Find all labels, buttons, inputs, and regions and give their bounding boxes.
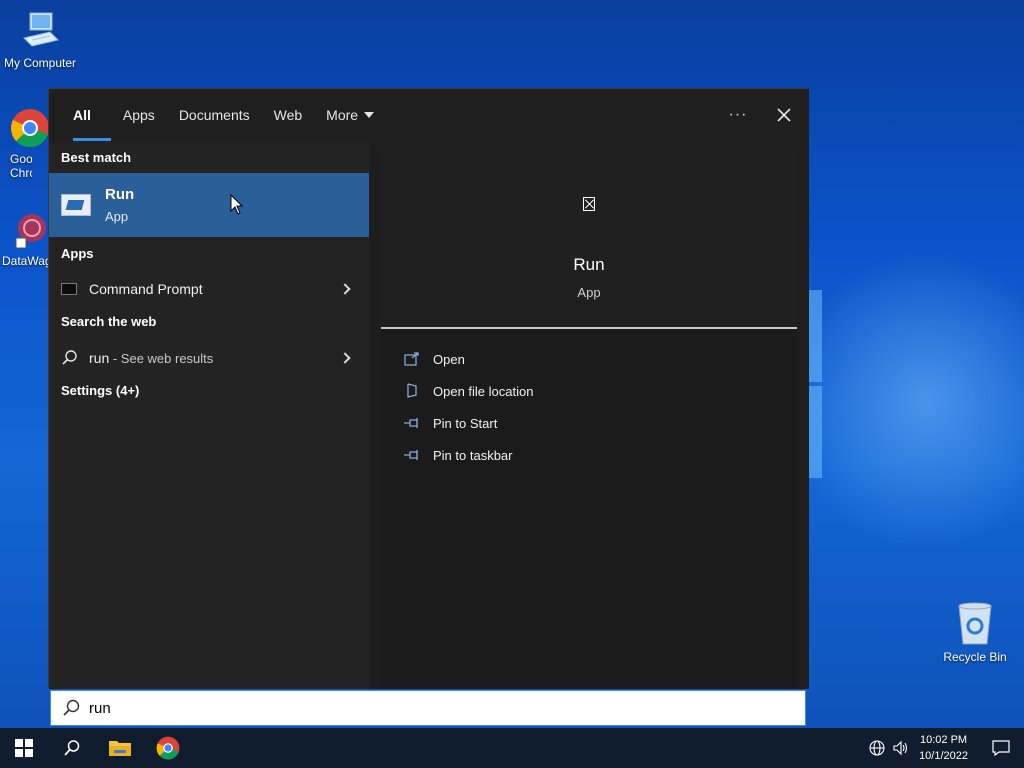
tab-web[interactable]: Web [262, 89, 315, 141]
tab-bar-actions: ··· [717, 89, 809, 141]
more-options-button[interactable]: ··· [717, 89, 759, 141]
tab-label: More [326, 107, 359, 123]
start-button[interactable] [0, 728, 48, 768]
web-query: run [89, 350, 110, 366]
datawag-icon [14, 210, 50, 250]
desktop-icon-label: Goog Chron [10, 152, 32, 180]
web-result-suffix: - See web results [109, 350, 214, 366]
recycle-bin-icon [955, 602, 995, 646]
desktop-icon-label: Recycle Bin [943, 650, 1007, 664]
folder-icon [109, 741, 131, 756]
open-icon [403, 351, 421, 367]
taskbar-file-explorer[interactable] [96, 728, 144, 768]
desktop-icon-datawag[interactable]: DataWag [0, 210, 52, 268]
chevron-right-icon[interactable] [339, 352, 351, 364]
network-button[interactable] [865, 728, 889, 768]
search-web-heading: Search the web [61, 314, 157, 329]
clock[interactable]: 10:02 PM 10/1/2022 [919, 732, 968, 764]
tab-more[interactable]: More [314, 89, 386, 141]
action-center-button[interactable] [978, 728, 1024, 768]
taskbar-chrome[interactable] [144, 728, 192, 768]
chevron-right-icon[interactable] [339, 283, 351, 295]
mouse-cursor-icon [230, 194, 244, 215]
app-result-label: Command Prompt [89, 281, 203, 297]
search-box[interactable] [50, 690, 806, 726]
action-pin-to-start[interactable]: Pin to Start [403, 410, 497, 436]
preview-card: Run App Open Open file location Pin to S… [381, 153, 797, 689]
start-search-panel: All Apps Documents Web More ··· Best mat… [48, 88, 809, 689]
chevron-down-icon [364, 112, 375, 118]
taskbar: 10:02 PM 10/1/2022 [0, 728, 1024, 768]
speaker-icon [893, 740, 908, 756]
broken-image-icon [583, 197, 595, 211]
action-label: Pin to Start [433, 415, 498, 431]
chrome-icon [10, 108, 50, 148]
ellipsis-icon: ··· [728, 106, 748, 123]
close-button[interactable] [759, 89, 809, 141]
search-icon [63, 699, 80, 716]
globe-icon [869, 740, 885, 756]
windows-logo-icon [15, 739, 33, 757]
settings-heading[interactable]: Settings (4+) [49, 383, 151, 398]
best-match-title: Run [105, 186, 135, 203]
run-app-icon [61, 194, 91, 216]
web-result-run[interactable]: run - See web results [49, 341, 369, 375]
system-tray: 10:02 PM 10/1/2022 [865, 728, 1024, 768]
tab-label: Documents [178, 107, 250, 123]
command-prompt-icon [61, 283, 77, 295]
search-tab-bar: All Apps Documents Web More ··· [49, 89, 809, 141]
desktop-icon-my-computer[interactable]: My Computer [0, 10, 80, 70]
best-match-heading: Best match [61, 150, 132, 165]
app-result-command-prompt[interactable]: Command Prompt [49, 272, 369, 306]
action-label: Open file location [433, 383, 534, 399]
best-match-run[interactable]: Run App [49, 173, 369, 237]
preview-title: Run [573, 255, 605, 274]
preview-subtitle: App [577, 285, 601, 300]
taskbar-search-button[interactable] [48, 728, 96, 768]
file-location-icon [403, 383, 421, 399]
preview-pane: Run App Open Open file location Pin to S… [369, 141, 809, 689]
action-open[interactable]: Open [403, 346, 465, 372]
pin-icon [403, 447, 421, 463]
best-match-subtitle: App [105, 209, 129, 224]
apps-heading: Apps [61, 246, 94, 261]
notification-icon [992, 740, 1010, 756]
tab-all[interactable]: All [61, 89, 111, 141]
preview-header: Run App [381, 153, 797, 329]
desktop-icon-label: DataWag [2, 254, 52, 268]
clock-date: 10/1/2022 [919, 750, 968, 762]
chrome-icon [156, 736, 180, 760]
desktop-icon-recycle-bin[interactable]: Recycle Bin [935, 602, 1015, 664]
tab-apps[interactable]: Apps [111, 89, 167, 141]
tab-documents[interactable]: Documents [167, 89, 262, 141]
computer-icon [20, 10, 60, 52]
desktop-icon-google-chrome[interactable]: Goog Chron [0, 108, 52, 180]
pin-icon [403, 415, 421, 431]
action-label: Pin to taskbar [433, 447, 513, 463]
action-open-file-location[interactable]: Open file location [403, 378, 533, 404]
search-icon [64, 740, 80, 756]
action-label: Open [433, 351, 465, 367]
volume-button[interactable] [889, 728, 913, 768]
tab-label: All [73, 107, 91, 123]
action-pin-to-taskbar[interactable]: Pin to taskbar [403, 442, 513, 468]
tab-label: Web [273, 107, 303, 123]
windows-logo-pane-top [808, 290, 822, 382]
search-icon [62, 350, 77, 365]
results-pane: Best match Run App Apps Command Prompt S… [49, 141, 369, 689]
search-input[interactable] [89, 699, 689, 717]
windows-logo-pane-bottom [808, 386, 822, 478]
clock-time: 10:02 PM [919, 734, 968, 746]
close-icon [777, 108, 791, 122]
tab-label: Apps [122, 107, 155, 123]
desktop-icon-label: My Computer [3, 56, 77, 70]
